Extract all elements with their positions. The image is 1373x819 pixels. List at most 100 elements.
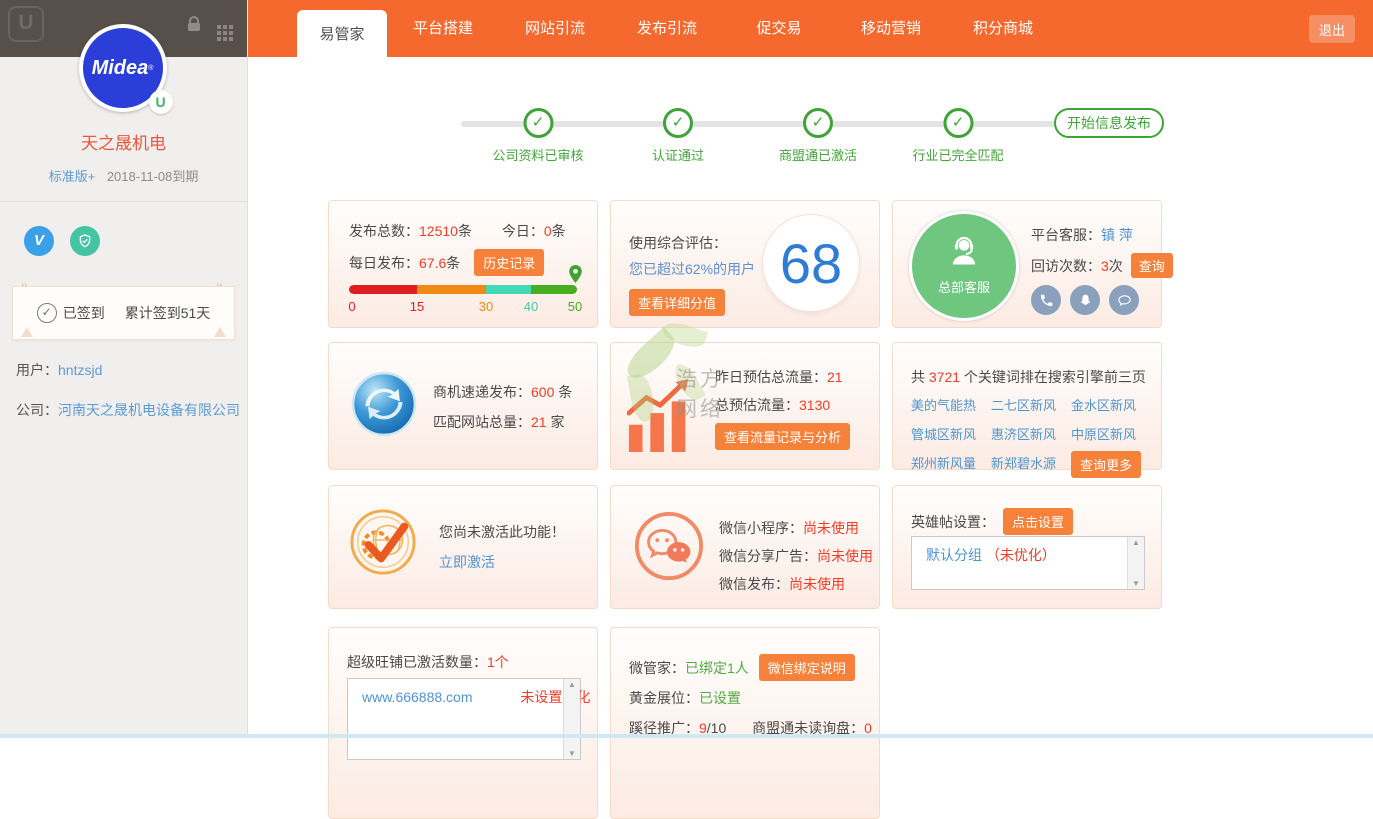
user-link[interactable]: hntzsjd <box>58 362 102 378</box>
bottom-edge-strip <box>0 734 1373 738</box>
plan-expiry: 2018-11-08到期 <box>107 169 199 184</box>
decor-mark-left: ❛❛ <box>21 284 31 291</box>
wechat-bind-help-button[interactable]: 微信绑定说明 <box>759 654 855 681</box>
cards-grid: 发布总数：12510条 今日：0条 每日发布：67.6条 历史记录 0 15 <box>328 200 1162 740</box>
supershop-listbox[interactable]: www.666888.com 未设置优化 ▲ ▼ <box>347 678 581 760</box>
query-button[interactable]: 查询 <box>1131 253 1173 278</box>
v-certified-badge[interactable]: V <box>24 226 54 256</box>
phone-icon[interactable] <box>1031 285 1061 315</box>
step-check-icon: ✓ <box>943 108 973 138</box>
step-label: 商盟通已激活 <box>779 145 857 164</box>
cert-seal-icon <box>349 508 417 579</box>
traffic-yesterday-row: 昨日预估总流量：21 <box>715 367 843 387</box>
meter-tick: 0 <box>348 299 355 314</box>
sidebar: U Midea® U 天之晟机电 标准版+ 2018-11-08到期 V <box>0 0 248 738</box>
step-industry-matched: ✓ 行业已完全匹配 <box>912 108 1003 164</box>
publish-stats-card: 发布总数：12510条 今日：0条 每日发布：67.6条 历史记录 0 15 <box>328 200 598 328</box>
tab-cujiaoyi[interactable]: 促交易 <box>723 0 835 57</box>
supershop-site-row[interactable]: www.666888.com 未设置优化 <box>348 679 580 707</box>
traffic-card: 昨日预估总流量：21 总预估流量：3130 查看流量记录与分析 <box>610 342 880 470</box>
apps-grid-icon[interactable] <box>217 25 221 29</box>
heropost-listbox[interactable]: 默认分组 （未优化） ▲ ▼ <box>911 536 1145 590</box>
keyword-link[interactable]: 管城区新风 <box>911 424 991 443</box>
heropost-set-button[interactable]: 点击设置 <box>1003 508 1073 535</box>
traffic-yesterday-value: 21 <box>827 369 843 385</box>
step-company-audited: ✓ 公司资料已审核 <box>492 108 583 164</box>
publish-meter <box>349 285 577 294</box>
activate-now-link[interactable]: 立即激活 <box>439 552 495 572</box>
plan-link[interactable]: 标准版+ <box>49 169 96 184</box>
publish-today-value: 0 <box>544 223 552 239</box>
user-row: 用户：hntzsjd <box>0 360 247 380</box>
scroll-down-icon[interactable]: ▼ <box>1128 579 1144 588</box>
tab-yidongyingxiao[interactable]: 移动营销 <box>835 0 947 57</box>
biz-publish-row: 商机速递发布：600 条 <box>433 377 572 407</box>
publish-today: 今日：0条 <box>502 223 566 239</box>
tab-jifenshangcheng[interactable]: 积分商城 <box>947 0 1059 57</box>
keyword-link[interactable]: 惠济区新风 <box>991 424 1071 443</box>
keyword-link[interactable]: 新郑碧水源 <box>991 453 1071 478</box>
scrollbar[interactable]: ▲ ▼ <box>1127 537 1144 589</box>
step-label: 认证通过 <box>652 145 704 164</box>
lock-icon[interactable] <box>187 16 201 35</box>
shield-badge-icon[interactable] <box>70 226 100 256</box>
company-label: 公司： <box>16 402 58 418</box>
history-button[interactable]: 历史记录 <box>474 249 544 276</box>
scroll-down-icon[interactable]: ▼ <box>564 749 580 758</box>
keyword-link[interactable]: 郑州新风量 <box>911 453 991 478</box>
keywords-card: 共 3721 个关键词排在搜索引擎前三页 美的气能热 二七区新风 金水区新风 管… <box>892 342 1162 470</box>
keyword-link[interactable]: 美的气能热 <box>911 395 991 414</box>
chat-icon[interactable] <box>1109 285 1139 315</box>
brand-u-icon: U <box>8 6 44 42</box>
biz-push-rows: 商机速递发布：600 条 匹配网站总量：21 家 <box>433 377 572 437</box>
tab-wangzhanyinliu[interactable]: 网站引流 <box>499 0 611 57</box>
traffic-analyze-button[interactable]: 查看流量记录与分析 <box>715 423 850 450</box>
service-callback-row: 回访次数：3次 查询 <box>1031 253 1173 278</box>
main-area: 易管家 平台搭建 网站引流 发布引流 促交易 移动营销 积分商城 退出 ✓ 公司… <box>248 0 1373 738</box>
keyword-link[interactable]: 金水区新风 <box>1071 395 1147 414</box>
company-link[interactable]: 河南天之晟机电设备有限公司 <box>58 402 240 418</box>
manager-card: 微管家：已绑定1人 微信绑定说明 黄金展位：已设置 蹊径推广：9/10 商盟通未… <box>610 627 880 819</box>
service-staff-name: 镇 萍 <box>1101 227 1133 243</box>
company-logo: Midea® U <box>79 24 169 114</box>
score-circle: 68 <box>763 215 859 311</box>
logout-button[interactable]: 退出 <box>1309 15 1355 43</box>
app-window: U Midea® U 天之晟机电 标准版+ 2018-11-08到期 V <box>0 0 1373 738</box>
score-value: 68 <box>780 231 842 296</box>
signin-check-icon: ✓ <box>37 303 57 323</box>
decor-tree-right <box>214 327 226 337</box>
tab-yiguanjia[interactable]: 易管家 <box>297 10 387 62</box>
manager-bind-row: 微管家：已绑定1人 微信绑定说明 <box>629 654 855 681</box>
start-publish-button[interactable]: 开始信息发布 <box>1054 108 1164 138</box>
scrollbar[interactable]: ▲ ▼ <box>563 679 580 759</box>
signin-status: ✓ 已签到 <box>37 303 105 323</box>
qq-icon[interactable] <box>1070 285 1100 315</box>
shop-site-link[interactable]: www.666888.com <box>362 689 473 705</box>
more-keywords-button[interactable]: 查询更多 <box>1071 451 1141 478</box>
user-label: 用户： <box>16 362 58 378</box>
heropost-title-row: 英雄帖设置： 点击设置 <box>911 508 1073 535</box>
registered-mark: ® <box>148 65 153 72</box>
heropost-title: 英雄帖设置： <box>911 512 995 532</box>
scroll-up-icon[interactable]: ▲ <box>564 680 580 689</box>
meter-tick: 30 <box>479 299 493 314</box>
evaluation-subtitle: 您已超过62%的用户 <box>629 259 755 279</box>
tab-fabuyinliu[interactable]: 发布引流 <box>611 0 723 57</box>
decor-tree-left <box>21 327 33 337</box>
keyword-link[interactable]: 中原区新风 <box>1071 424 1147 443</box>
step-alliance-activated: ✓ 商盟通已激活 <box>779 108 857 164</box>
scroll-up-icon[interactable]: ▲ <box>1128 538 1144 547</box>
logo-u-badge: U <box>149 90 173 114</box>
heropost-option[interactable]: 默认分组 （未优化） <box>912 537 1144 565</box>
traffic-total-value: 3130 <box>799 397 830 413</box>
evaluation-card: 使用综合评估： 您已超过62%的用户 查看详细分值 68 <box>610 200 880 328</box>
cert-badges: V <box>0 202 247 256</box>
company-row: 公司：河南天之晟机电设备有限公司 <box>0 400 247 420</box>
tab-pingtaidajian[interactable]: 平台搭建 <box>387 0 499 57</box>
keywords-count: 3721 <box>929 369 960 385</box>
detail-score-button[interactable]: 查看详细分值 <box>629 289 725 316</box>
keyword-link[interactable]: 二七区新风 <box>991 395 1071 414</box>
plan-row: 标准版+ 2018-11-08到期 <box>0 166 247 185</box>
signin-card[interactable]: ❛❛ ❛❛ ✓ 已签到 累计签到51天 <box>12 286 235 340</box>
step-label: 行业已完全匹配 <box>912 145 1003 164</box>
